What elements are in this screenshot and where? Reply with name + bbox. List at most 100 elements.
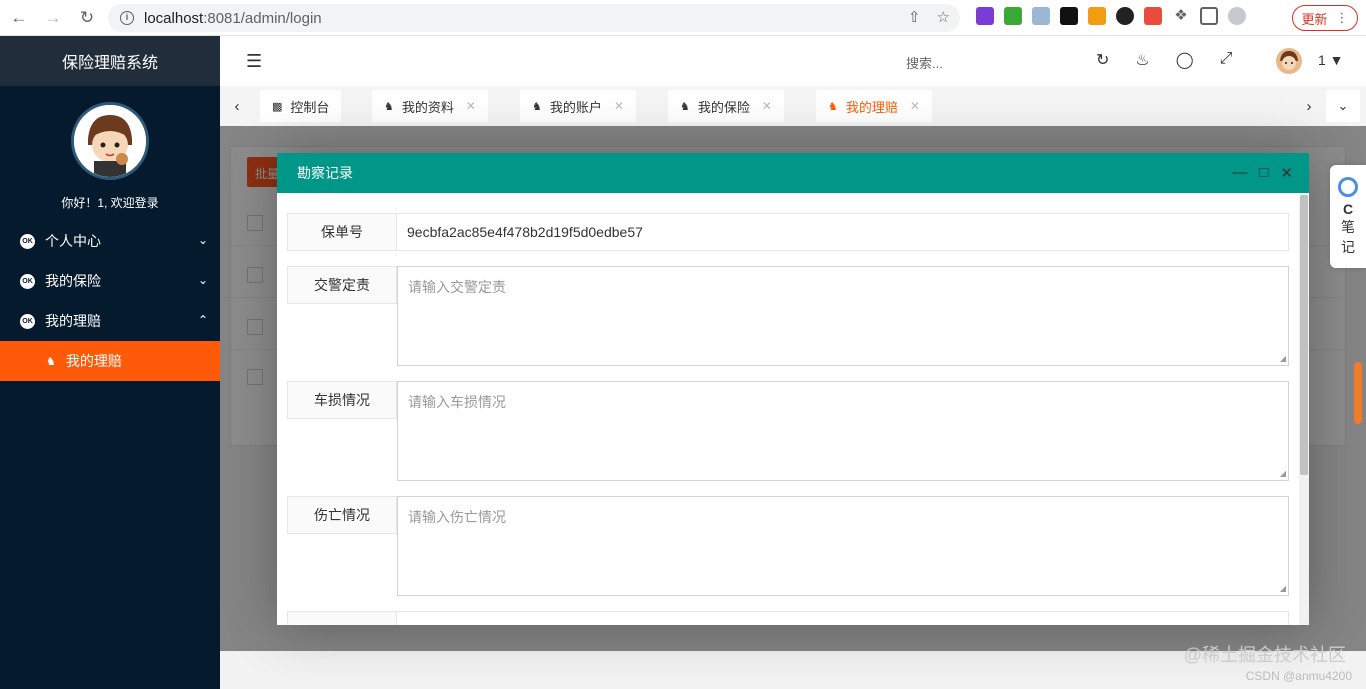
username-dropdown[interactable]: 1 ▼ bbox=[1318, 52, 1344, 68]
extensions-bar: ❖ bbox=[976, 7, 1246, 25]
next-field-label bbox=[287, 611, 397, 625]
casualties-textarea[interactable]: 请输入伤亡情况 ◢ bbox=[397, 496, 1289, 596]
sidebar-item-claims[interactable]: OK 我的理赔 ⌃ bbox=[0, 301, 220, 341]
police-liability-placeholder: 请输入交警定责 bbox=[408, 279, 506, 295]
ok-icon: OK bbox=[20, 273, 35, 289]
close-icon[interactable]: ✕ bbox=[910, 99, 920, 113]
sidebar-subitem-label: 我的理赔 bbox=[65, 353, 122, 369]
close-icon[interactable]: ✕ bbox=[614, 99, 624, 113]
extension-c-icon[interactable] bbox=[1144, 7, 1162, 25]
extension-chat-icon[interactable] bbox=[1004, 7, 1022, 25]
dialog-header: 勘察记录 — □ ✕ bbox=[277, 153, 1309, 193]
chevron-down-icon: ⌄ bbox=[197, 273, 208, 287]
tab-console[interactable]: ▩ 控制台 bbox=[260, 90, 342, 122]
police-liability-textarea[interactable]: 请输入交警定责 ◢ bbox=[397, 266, 1289, 366]
tab-my-insurance[interactable]: ♞ 我的保险 ✕ bbox=[668, 90, 784, 122]
top-header: ☰ 搜索... ↻ ♨ ◯ ⤢ 1 ▼ bbox=[220, 36, 1366, 86]
more-icon[interactable]: ⋮ bbox=[1336, 10, 1349, 26]
maximize-icon[interactable]: □ bbox=[1259, 164, 1268, 182]
tab-label: 我的理赔 bbox=[845, 99, 898, 115]
palm-tree-icon: ♞ bbox=[384, 100, 394, 113]
browser-toolbar: ← → ↻ i localhost:8081/admin/login ⇧ ☆ ❖… bbox=[0, 0, 1366, 36]
update-button[interactable]: 更新 ⋮ bbox=[1292, 5, 1358, 31]
side-menu: OK 个人中心 ⌄ OK 我的保险 ⌄ OK 我的理赔 ⌃ ♞ 我的理赔 bbox=[0, 221, 220, 381]
sidebar-subitem-my-claims[interactable]: ♞ 我的理赔 bbox=[0, 341, 220, 381]
close-icon[interactable]: ✕ bbox=[1280, 164, 1293, 182]
bell-icon[interactable]: ♨ bbox=[1135, 50, 1149, 70]
notes-widget[interactable]: C 笔 记 bbox=[1330, 165, 1366, 268]
username-label: 1 bbox=[1318, 52, 1326, 68]
palm-tree-icon: ♞ bbox=[532, 100, 542, 113]
notes-widget-line3: 记 bbox=[1341, 239, 1355, 255]
tabs-bar: ‹ ▩ 控制台 ♞ 我的资料 ✕ ♞ 我的账户 ✕ ♞ 我的保险 ✕ ♞ 我的理… bbox=[220, 86, 1366, 126]
sidebar-item-insurance[interactable]: OK 我的保险 ⌄ bbox=[0, 261, 220, 301]
url-text: localhost:8081/admin/login bbox=[144, 10, 322, 27]
resize-grip-icon[interactable]: ◢ bbox=[1280, 354, 1286, 363]
side-panel-icon[interactable] bbox=[1200, 7, 1218, 25]
user-avatar[interactable] bbox=[1276, 48, 1302, 74]
palm-tree-icon: ♞ bbox=[46, 355, 56, 368]
close-icon[interactable]: ✕ bbox=[466, 99, 476, 113]
extension-image-icon[interactable] bbox=[1032, 7, 1050, 25]
tabs-dropdown-icon[interactable]: ⌄ bbox=[1326, 90, 1360, 122]
notes-widget-icon bbox=[1338, 177, 1358, 197]
close-icon[interactable]: ✕ bbox=[762, 99, 772, 113]
reload-icon[interactable]: ↻ bbox=[72, 3, 102, 33]
fullscreen-icon[interactable]: ⤢ bbox=[1220, 50, 1233, 70]
tab-label: 我的资料 bbox=[401, 99, 454, 115]
form-row-next bbox=[287, 611, 1299, 625]
extension-grid-icon[interactable] bbox=[1060, 7, 1078, 25]
tabs-scroll-right-icon[interactable]: › bbox=[1294, 86, 1324, 126]
forward-icon[interactable]: → bbox=[38, 3, 68, 33]
monitor-icon: ▩ bbox=[272, 100, 283, 113]
dialog-body: 保单号 9ecbfa2ac85e4f478b2d19f5d0edbe57 交警定… bbox=[277, 193, 1299, 625]
casualties-label: 伤亡情况 bbox=[287, 496, 397, 534]
sidebar-item-profile[interactable]: OK 个人中心 ⌄ bbox=[0, 221, 220, 261]
dialog-title: 勘察记录 bbox=[297, 165, 353, 181]
welcome-text: 你好！1, 欢迎登录 bbox=[61, 196, 159, 210]
vehicle-damage-label: 车损情况 bbox=[287, 381, 397, 419]
next-field-input[interactable] bbox=[397, 611, 1289, 625]
tab-label: 我的账户 bbox=[549, 99, 602, 115]
form-row-vehicle-damage: 车损情况 请输入车损情况 ◢ bbox=[287, 381, 1299, 481]
palm-tree-icon: ♞ bbox=[828, 100, 838, 113]
avatar-image bbox=[74, 105, 146, 177]
tab-my-profile[interactable]: ♞ 我的资料 ✕ bbox=[372, 90, 488, 122]
resize-grip-icon[interactable]: ◢ bbox=[1280, 584, 1286, 593]
url-path: :8081/admin/login bbox=[203, 9, 322, 27]
survey-record-dialog: 勘察记录 — □ ✕ 保单号 9ecbfa2ac85e4f478b2d19f5d… bbox=[277, 153, 1309, 625]
tab-label: 我的保险 bbox=[697, 99, 750, 115]
extension-infinity-icon[interactable] bbox=[1116, 7, 1134, 25]
dialog-scrollbar-thumb[interactable] bbox=[1300, 195, 1308, 475]
chevron-down-icon: ⌄ bbox=[197, 233, 208, 247]
extensions-puzzle-icon[interactable]: ❖ bbox=[1172, 7, 1190, 25]
search-input[interactable]: 搜索... bbox=[906, 53, 943, 72]
site-info-icon[interactable]: i bbox=[120, 11, 134, 25]
lock-icon[interactable]: ◯ bbox=[1176, 50, 1194, 70]
share-icon[interactable]: ⇧ bbox=[908, 8, 921, 26]
extension-rp-icon[interactable] bbox=[976, 7, 994, 25]
tab-my-claims[interactable]: ♞ 我的理赔 ✕ bbox=[816, 90, 932, 122]
bookmark-star-icon[interactable]: ☆ bbox=[937, 8, 950, 26]
sidebar-item-label: 我的理赔 bbox=[45, 313, 101, 329]
menu-toggle-icon[interactable]: ☰ bbox=[246, 51, 262, 72]
policy-number-label: 保单号 bbox=[287, 213, 397, 251]
tab-my-account[interactable]: ♞ 我的账户 ✕ bbox=[520, 90, 636, 122]
tabs-scroll-left-icon[interactable]: ‹ bbox=[222, 86, 252, 126]
police-liability-label: 交警定责 bbox=[287, 266, 397, 304]
dialog-scrollbar[interactable] bbox=[1299, 193, 1309, 625]
page-scrollbar-thumb[interactable] bbox=[1354, 362, 1362, 424]
policy-number-field[interactable]: 9ecbfa2ac85e4f478b2d19f5d0edbe57 bbox=[397, 213, 1289, 251]
extension-vip-icon[interactable] bbox=[1088, 7, 1106, 25]
ok-icon: OK bbox=[20, 233, 35, 249]
address-bar[interactable]: i localhost:8081/admin/login ⇧ ☆ bbox=[108, 4, 960, 32]
profile-icon[interactable] bbox=[1228, 7, 1246, 25]
tab-label: 控制台 bbox=[290, 99, 330, 115]
chevron-up-icon: ⌃ bbox=[197, 313, 208, 327]
vehicle-damage-textarea[interactable]: 请输入车损情况 ◢ bbox=[397, 381, 1289, 481]
resize-grip-icon[interactable]: ◢ bbox=[1280, 469, 1286, 478]
back-icon[interactable]: ← bbox=[4, 3, 34, 33]
refresh-icon[interactable]: ↻ bbox=[1096, 50, 1109, 70]
minimize-icon[interactable]: — bbox=[1232, 164, 1247, 182]
avatar bbox=[71, 102, 149, 180]
